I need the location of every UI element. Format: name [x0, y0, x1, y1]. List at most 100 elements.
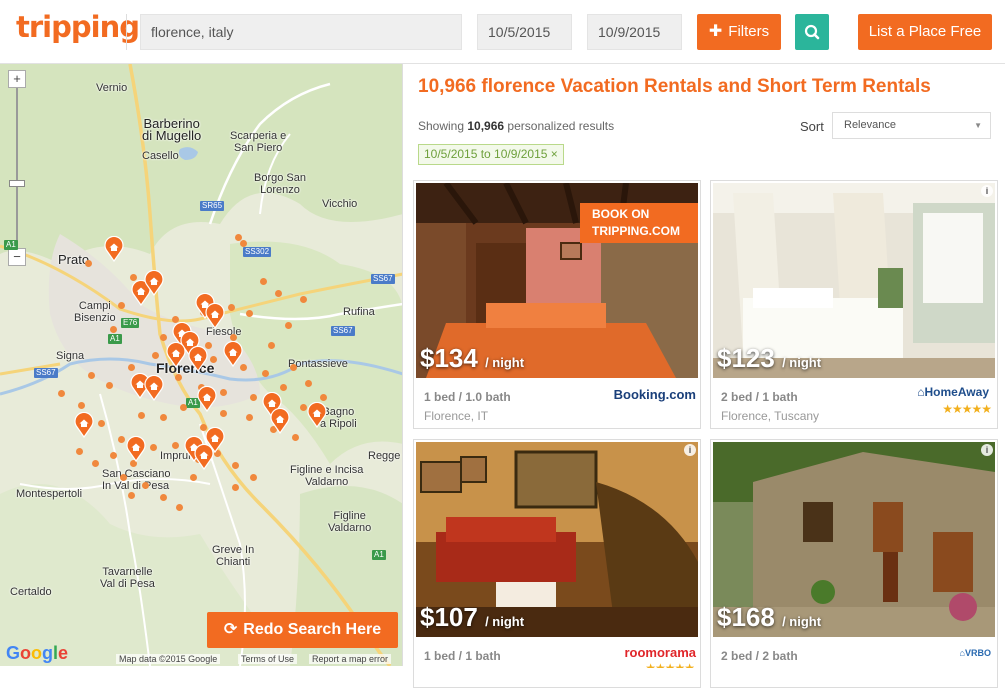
listing-dot[interactable] — [300, 296, 307, 303]
listing-dot[interactable] — [290, 364, 297, 371]
listing-pin-icon[interactable] — [188, 345, 208, 373]
listing-pin-icon[interactable] — [144, 374, 164, 402]
listing-dot[interactable] — [128, 492, 135, 499]
listing-dot[interactable] — [210, 356, 217, 363]
checkout-date-input[interactable]: 10/9/2015 — [587, 14, 682, 50]
listing-card[interactable]: BOOK ON TRIPPING.COM $134 / night 1 bed … — [413, 180, 701, 429]
listing-dot[interactable] — [275, 290, 282, 297]
results-panel: 10,966 florence Vacation Rentals and Sho… — [404, 64, 1005, 688]
listing-dot[interactable] — [292, 434, 299, 441]
zoom-slider-handle[interactable] — [9, 180, 25, 187]
zoom-out-button[interactable]: − — [8, 248, 26, 266]
listing-pin-icon[interactable] — [307, 401, 327, 429]
road-shield: A1 — [372, 550, 386, 560]
listing-card[interactable]: i $107 / night 1 bed / 1 bath roomorama … — [413, 439, 701, 688]
filters-button[interactable]: ✚ Filters — [697, 14, 781, 50]
map-label-pontassieve: Pontassieve — [288, 358, 348, 370]
listing-dot[interactable] — [172, 442, 179, 449]
sort-dropdown[interactable]: Relevance ▼ — [832, 112, 991, 139]
showing-prefix: Showing — [418, 119, 465, 133]
list-place-button[interactable]: List a Place Free — [858, 14, 992, 50]
listing-dot[interactable] — [118, 436, 125, 443]
listing-pin-icon[interactable] — [144, 269, 164, 297]
listing-dot[interactable] — [85, 260, 92, 267]
listing-card[interactable]: i $123 / night 2 bed / 1 bath Florence, … — [710, 180, 998, 429]
listing-dot[interactable] — [232, 462, 239, 469]
listing-dot[interactable] — [128, 364, 135, 371]
listing-dot[interactable] — [150, 444, 157, 451]
listing-dot[interactable] — [228, 304, 235, 311]
listing-dot[interactable] — [268, 342, 275, 349]
redo-search-button[interactable]: ⟳ Redo Search Here — [207, 612, 398, 648]
listing-dot[interactable] — [280, 384, 287, 391]
search-button[interactable] — [795, 14, 829, 50]
listing-pin-icon[interactable] — [205, 426, 225, 454]
listing-dot[interactable] — [240, 240, 247, 247]
map-label-figline-valdarno: Figline Valdarno — [328, 510, 372, 534]
price-unit: / night — [782, 614, 822, 629]
listing-dot[interactable] — [246, 414, 253, 421]
listing-dot[interactable] — [300, 404, 307, 411]
zoom-in-button[interactable]: + — [8, 70, 26, 88]
listing-dot[interactable] — [160, 414, 167, 421]
listing-dot[interactable] — [160, 494, 167, 501]
tripping-logo[interactable]: tripping — [16, 10, 140, 44]
listing-pin-icon[interactable] — [205, 302, 225, 330]
report-map-error-link[interactable]: Report a map error — [309, 654, 392, 664]
listing-dot[interactable] — [230, 334, 237, 341]
listing-pin-icon[interactable] — [197, 385, 217, 413]
map-panel[interactable]: + − Vernio Barberino di Mugello Scarperi… — [0, 64, 403, 666]
checkin-date-input[interactable]: 10/5/2015 — [477, 14, 572, 50]
listing-dot[interactable] — [106, 382, 113, 389]
listing-pin-icon[interactable] — [270, 407, 290, 435]
listing-dot[interactable] — [118, 302, 125, 309]
map-label-figline: Figline e Incisa Valdarno — [290, 464, 364, 488]
listing-dot[interactable] — [285, 322, 292, 329]
listing-dot[interactable] — [110, 452, 117, 459]
listing-dot[interactable] — [262, 370, 269, 377]
book-on-tripping-badge[interactable]: BOOK ON TRIPPING.COM — [580, 203, 698, 243]
listing-dot[interactable] — [88, 372, 95, 379]
listing-dot[interactable] — [160, 334, 167, 341]
info-icon[interactable]: i — [981, 444, 993, 456]
listing-dot[interactable] — [190, 474, 197, 481]
listing-dot[interactable] — [58, 390, 65, 397]
info-icon[interactable]: i — [684, 444, 696, 456]
listing-dot[interactable] — [220, 389, 227, 396]
listing-dot[interactable] — [320, 394, 327, 401]
listing-pin-icon[interactable] — [126, 435, 146, 463]
listing-dot[interactable] — [175, 374, 182, 381]
listing-dot[interactable] — [246, 310, 253, 317]
location-search-input[interactable]: florence, italy — [140, 14, 462, 50]
listing-dot[interactable] — [98, 420, 105, 427]
date-filter-chip[interactable]: 10/5/2015 to 10/9/2015 × — [418, 144, 564, 165]
listing-dot[interactable] — [250, 394, 257, 401]
search-icon — [804, 24, 820, 40]
listing-dot[interactable] — [152, 352, 159, 359]
listing-pin-icon[interactable] — [166, 341, 186, 369]
price-unit: / night — [485, 614, 525, 629]
listing-dot[interactable] — [232, 484, 239, 491]
listing-dot[interactable] — [220, 410, 227, 417]
listing-dot[interactable] — [78, 402, 85, 409]
zoom-track[interactable] — [16, 88, 18, 246]
listing-dot[interactable] — [305, 380, 312, 387]
listing-pin-icon[interactable] — [74, 411, 94, 439]
listing-dot[interactable] — [260, 278, 267, 285]
listing-pin-icon[interactable] — [223, 340, 243, 368]
listing-dot[interactable] — [110, 326, 117, 333]
listing-dot[interactable] — [250, 474, 257, 481]
listing-dot[interactable] — [120, 474, 127, 481]
listing-dot[interactable] — [92, 460, 99, 467]
listing-dot[interactable] — [176, 504, 183, 511]
listing-price: $134 / night — [420, 343, 524, 374]
info-icon[interactable]: i — [981, 185, 993, 197]
listing-dot[interactable] — [180, 404, 187, 411]
listing-card[interactable]: i $168 / night 2 bed / 2 bath ⌂VRBO — [710, 439, 998, 688]
road-shield: SS67 — [371, 274, 395, 284]
listing-dot[interactable] — [142, 482, 149, 489]
listing-dot[interactable] — [76, 448, 83, 455]
listing-pin-icon[interactable] — [104, 235, 124, 263]
listing-dot[interactable] — [138, 412, 145, 419]
terms-of-use-link[interactable]: Terms of Use — [238, 654, 298, 664]
